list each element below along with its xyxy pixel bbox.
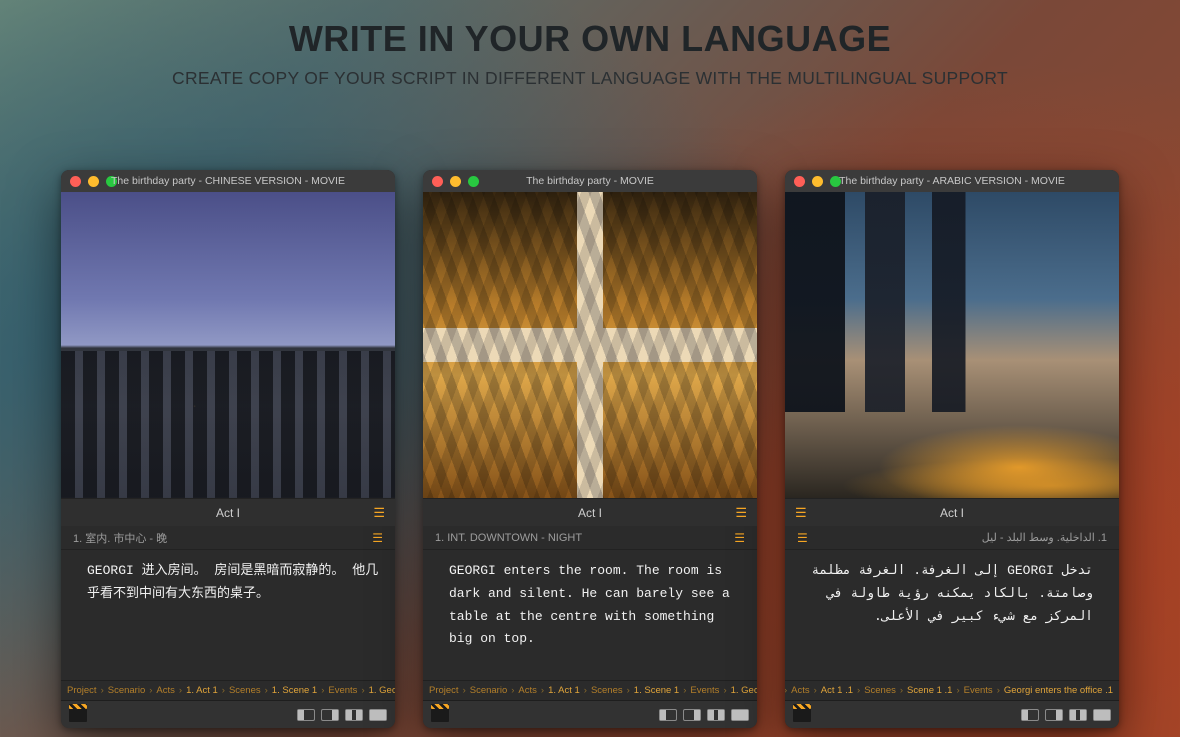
act-menu-icon[interactable]: ☰ [373, 505, 385, 521]
scene-heading-text: 1. 室内. 市中心 - 晚 [73, 530, 167, 546]
scene-heading: 1. INT. DOWNTOWN - NIGHT ☰ [423, 526, 757, 550]
titlebar[interactable]: The birthday party - ARABIC VERSION - MO… [785, 170, 1119, 192]
scene-menu-icon[interactable]: ☰ [734, 531, 745, 545]
script-body[interactable]: تدخل GEORGI إلى الغرفة. الغرفة مظلمة وصا… [785, 550, 1119, 680]
layout-full-button[interactable] [731, 709, 749, 721]
window-chinese: The birthday party - CHINESE VERSION - M… [61, 170, 395, 728]
hero: WRITE IN YOUR OWN LANGUAGE CREATE COPY O… [0, 0, 1180, 89]
act-label: Act I [216, 506, 240, 520]
scene-heading-text: 1. INT. DOWNTOWN - NIGHT [435, 532, 582, 544]
crumb-scenario[interactable]: Scenario [470, 685, 508, 696]
window-stage: The birthday party - CHINESE VERSION - M… [0, 170, 1180, 728]
zoom-icon[interactable] [830, 176, 841, 187]
crumb-scenario[interactable]: Scenario [108, 685, 146, 696]
crumb-scenes[interactable]: Scenes [229, 685, 261, 696]
scene-heading: 1. 室内. 市中心 - 晚 ☰ [61, 526, 395, 550]
layout-split-button[interactable] [345, 709, 363, 721]
act-bar: Act I ☰ [785, 498, 1119, 526]
act-bar: Act I ☰ [61, 498, 395, 526]
crumb-project[interactable]: Project [429, 685, 459, 696]
window-english: The birthday party - MOVIE Act I ☰ 1. IN… [423, 170, 757, 728]
crumb-scene1[interactable]: Scene 1 .1 [907, 685, 952, 696]
scene-image [61, 192, 395, 498]
close-icon[interactable] [794, 176, 805, 187]
scene-menu-icon[interactable]: ☰ [797, 531, 808, 545]
act-label: Act I [940, 506, 964, 520]
zoom-icon[interactable] [468, 176, 479, 187]
crumb-scene1[interactable]: 1. Scene 1 [634, 685, 679, 696]
layout-split-button[interactable] [1069, 709, 1087, 721]
layout-full-button[interactable] [1093, 709, 1111, 721]
breadcrumb: Project› Scenario› Acts› 1. Act 1› Scene… [423, 680, 757, 700]
hero-subtitle: CREATE COPY OF YOUR SCRIPT IN DIFFERENT … [0, 68, 1180, 89]
crumb-acts[interactable]: Acts [518, 685, 536, 696]
crumb-scenes[interactable]: Scenes [591, 685, 623, 696]
scene-heading: 1. الداخلية. وسط البلد - ليل ☰ [785, 526, 1119, 550]
crumb-scenes[interactable]: Scenes [864, 685, 896, 696]
scene-image [785, 192, 1119, 498]
crumb-scene1[interactable]: 1. Scene 1 [272, 685, 317, 696]
act-menu-icon[interactable]: ☰ [735, 505, 747, 521]
crumb-event1[interactable]: 1. Georgi enters the office [731, 685, 757, 696]
scene-heading-text: 1. الداخلية. وسط البلد - ليل [982, 531, 1107, 544]
layout-right-button[interactable] [1045, 709, 1063, 721]
clapperboard-icon[interactable] [69, 708, 87, 722]
layout-right-button[interactable] [321, 709, 339, 721]
script-body[interactable]: GEORGI 进入房间。 房间是黑暗而寂静的。 他几乎看不到中间有大东西的桌子。 [61, 550, 395, 680]
crumb-act1[interactable]: 1. Act 1 [548, 685, 580, 696]
hero-title: WRITE IN YOUR OWN LANGUAGE [0, 18, 1180, 60]
breadcrumb: Georgi enters the office .1‹ Events‹ Sce… [785, 680, 1119, 700]
act-label: Act I [578, 506, 602, 520]
minimize-icon[interactable] [88, 176, 99, 187]
minimize-icon[interactable] [812, 176, 823, 187]
layout-right-button[interactable] [683, 709, 701, 721]
layout-left-button[interactable] [659, 709, 677, 721]
zoom-icon[interactable] [106, 176, 117, 187]
crumb-event1[interactable]: 1. Georgi enters the office [369, 685, 395, 696]
clapperboard-icon[interactable] [793, 708, 811, 722]
layout-left-button[interactable] [297, 709, 315, 721]
act-menu-icon[interactable]: ☰ [795, 505, 807, 521]
crumb-events[interactable]: Events [690, 685, 719, 696]
scene-menu-icon[interactable]: ☰ [372, 531, 383, 545]
crumb-events[interactable]: Events [328, 685, 357, 696]
bottom-toolbar [785, 700, 1119, 728]
clapperboard-icon[interactable] [431, 708, 449, 722]
bottom-toolbar [61, 700, 395, 728]
layout-left-button[interactable] [1021, 709, 1039, 721]
crumb-act1[interactable]: 1. Act 1 [186, 685, 218, 696]
crumb-project[interactable]: Project [67, 685, 97, 696]
crumb-events[interactable]: Events [964, 685, 993, 696]
window-arabic: The birthday party - ARABIC VERSION - MO… [785, 170, 1119, 728]
bottom-toolbar [423, 700, 757, 728]
act-bar: Act I ☰ [423, 498, 757, 526]
script-body[interactable]: GEORGI enters the room. The room is dark… [423, 550, 757, 680]
crumb-acts[interactable]: Acts [791, 685, 809, 696]
minimize-icon[interactable] [450, 176, 461, 187]
crumb-event1[interactable]: Georgi enters the office .1 [1004, 685, 1113, 696]
layout-split-button[interactable] [707, 709, 725, 721]
scene-image [423, 192, 757, 498]
titlebar[interactable]: The birthday party - CHINESE VERSION - M… [61, 170, 395, 192]
layout-full-button[interactable] [369, 709, 387, 721]
close-icon[interactable] [432, 176, 443, 187]
crumb-acts[interactable]: Acts [156, 685, 174, 696]
crumb-act1[interactable]: Act 1 .1 [821, 685, 853, 696]
close-icon[interactable] [70, 176, 81, 187]
titlebar[interactable]: The birthday party - MOVIE [423, 170, 757, 192]
breadcrumb: Project› Scenario› Acts› 1. Act 1› Scene… [61, 680, 395, 700]
